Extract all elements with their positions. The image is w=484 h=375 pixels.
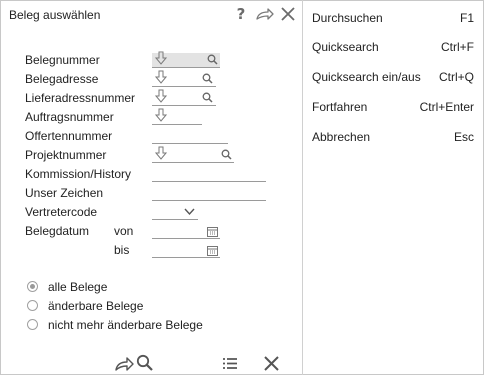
unser-zeichen-input[interactable] xyxy=(152,186,266,201)
list-icon xyxy=(223,358,237,369)
menu-label: Quicksearch xyxy=(312,40,379,54)
menu-shortcut: Ctrl+F xyxy=(441,40,474,54)
forward-arrow-icon xyxy=(256,8,274,20)
offertennummer-input[interactable] xyxy=(152,129,228,144)
dialog-title: Beleg auswählen xyxy=(9,8,101,22)
radio-aenderbare-belege[interactable] xyxy=(27,300,38,311)
menu-shortcut: F1 xyxy=(459,11,474,25)
search-icon[interactable] xyxy=(207,54,218,65)
radio-label-aenderbare-belege[interactable]: änderbare Belege xyxy=(48,299,143,313)
belegadresse-input[interactable] xyxy=(152,70,216,87)
menu-item-quicksearch-toggle[interactable]: Quicksearch ein/aus Ctrl+Q xyxy=(303,65,483,89)
help-button[interactable]: ? xyxy=(233,4,249,24)
forward-search-icon xyxy=(115,354,153,371)
question-icon: ? xyxy=(236,5,246,23)
radio-alle-belege[interactable] xyxy=(27,281,38,292)
menu-shortcut: Esc xyxy=(453,130,474,144)
chevron-down-icon[interactable] xyxy=(184,208,195,216)
cancel-button[interactable] xyxy=(264,356,279,374)
calendar-icon[interactable] xyxy=(207,245,218,256)
menu-shortcut: Ctrl+Q xyxy=(438,70,474,84)
arrow-down-icon[interactable] xyxy=(155,89,167,103)
arrow-down-icon[interactable] xyxy=(155,146,167,160)
forward-search-button[interactable] xyxy=(114,354,156,375)
date-to-input[interactable] xyxy=(152,243,220,258)
kommission-history-input[interactable] xyxy=(152,167,266,182)
field-label-vertretercode: Vertretercode xyxy=(25,205,98,219)
date-to-label: bis xyxy=(114,243,130,257)
lieferadressnummer-input[interactable] xyxy=(152,89,216,106)
menu-item-quicksearch[interactable]: Quicksearch Ctrl+F xyxy=(303,35,483,59)
menu-item-fortfahren[interactable]: Fortfahren Ctrl+Enter xyxy=(303,95,483,119)
field-label-projektnummer: Projektnummer xyxy=(25,148,107,162)
menu-item-abbrechen[interactable]: Abbrechen Esc xyxy=(303,125,483,149)
field-label-kommission-history: Kommission/History xyxy=(25,167,132,181)
menu-label: Fortfahren xyxy=(312,100,368,114)
menu-item-durchsuchen[interactable]: Durchsuchen F1 xyxy=(303,6,483,30)
calendar-icon[interactable] xyxy=(207,226,218,237)
arrow-down-icon[interactable] xyxy=(155,108,167,122)
search-icon[interactable] xyxy=(221,149,232,160)
arrow-down-icon[interactable] xyxy=(155,70,167,84)
close-icon xyxy=(264,356,279,371)
belegnummer-input[interactable] xyxy=(152,51,220,68)
auftragsnummer-input[interactable] xyxy=(152,108,202,125)
field-label-lieferadressnummer: Lieferadressnummer xyxy=(25,91,136,105)
date-from-input[interactable] xyxy=(152,224,220,239)
menu-label: Abbrechen xyxy=(312,130,371,144)
menu-shortcut: Ctrl+Enter xyxy=(419,100,474,114)
radio-nicht-mehr-aenderbare-belege[interactable] xyxy=(27,319,38,330)
field-label-belegdatum: Belegdatum xyxy=(25,224,90,238)
search-icon[interactable] xyxy=(202,92,213,103)
radio-label-alle-belege[interactable]: alle Belege xyxy=(48,280,107,294)
field-label-offertennummer: Offertennummer xyxy=(25,129,113,143)
field-label-auftragsnummer: Auftragsnummer xyxy=(25,110,114,124)
search-icon[interactable] xyxy=(202,73,213,84)
list-button[interactable] xyxy=(222,357,238,373)
projektnummer-input[interactable] xyxy=(152,146,234,163)
arrow-down-icon[interactable] xyxy=(155,51,167,65)
close-button[interactable] xyxy=(279,4,297,24)
radio-label-nicht-mehr-aenderbare-belege[interactable]: nicht mehr änderbare Belege xyxy=(48,318,203,332)
menu-label: Quicksearch ein/aus xyxy=(312,70,421,84)
close-icon xyxy=(281,7,295,21)
field-label-belegadresse: Belegadresse xyxy=(25,72,99,86)
field-label-unser-zeichen: Unser Zeichen xyxy=(25,186,104,200)
date-from-label: von xyxy=(114,224,134,238)
menu-label: Durchsuchen xyxy=(312,11,383,25)
forward-button[interactable] xyxy=(254,4,276,24)
vertretercode-select[interactable] xyxy=(152,205,198,220)
field-label-belegnummer: Belegnummer xyxy=(25,53,100,67)
